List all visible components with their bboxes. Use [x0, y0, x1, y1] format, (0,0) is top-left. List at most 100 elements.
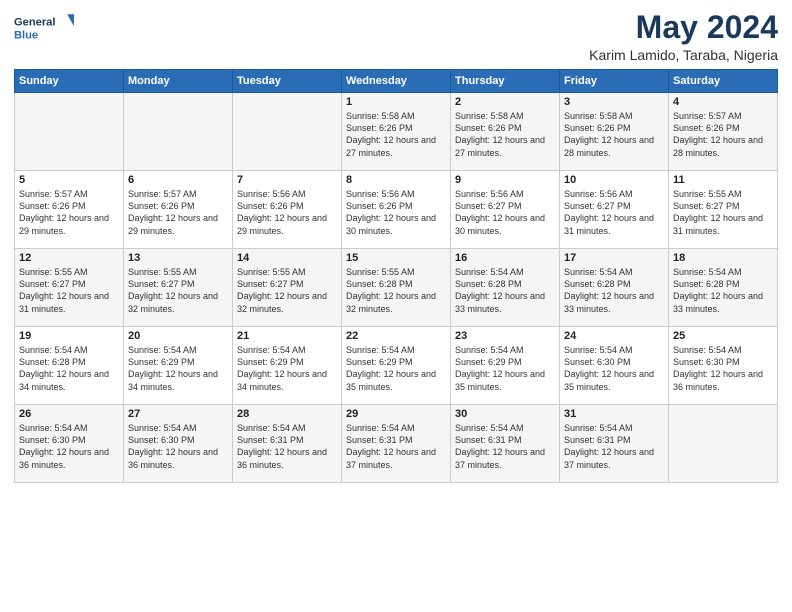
header-day-wednesday: Wednesday: [342, 70, 451, 93]
cell-info: Sunrise: 5:54 AM Sunset: 6:29 PM Dayligh…: [455, 344, 555, 393]
day-number: 1: [346, 96, 446, 108]
calendar-cell: 23 Sunrise: 5:54 AM Sunset: 6:29 PM Dayli…: [451, 327, 560, 405]
day-number: 28: [237, 408, 337, 420]
day-number: 13: [128, 252, 228, 264]
calendar-cell: [233, 93, 342, 171]
day-number: 11: [673, 174, 773, 186]
cell-info: Sunrise: 5:54 AM Sunset: 6:29 PM Dayligh…: [128, 344, 228, 393]
cell-info: Sunrise: 5:56 AM Sunset: 6:26 PM Dayligh…: [237, 188, 337, 237]
calendar-cell: 17 Sunrise: 5:54 AM Sunset: 6:28 PM Dayli…: [560, 249, 669, 327]
week-row-5: 26 Sunrise: 5:54 AM Sunset: 6:30 PM Dayli…: [15, 405, 778, 483]
cell-info: Sunrise: 5:56 AM Sunset: 6:26 PM Dayligh…: [346, 188, 446, 237]
header-day-sunday: Sunday: [15, 70, 124, 93]
calendar-cell: 1 Sunrise: 5:58 AM Sunset: 6:26 PM Daylig…: [342, 93, 451, 171]
calendar-cell: 18Sunrise: 5:54 AM Sunset: 6:28 PM Dayli…: [669, 249, 778, 327]
week-row-1: 1 Sunrise: 5:58 AM Sunset: 6:26 PM Daylig…: [15, 93, 778, 171]
day-number: 24: [564, 330, 664, 342]
cell-info: Sunrise: 5:55 AM Sunset: 6:28 PM Dayligh…: [346, 266, 446, 315]
cell-info: Sunrise: 5:55 AM Sunset: 6:27 PM Dayligh…: [19, 266, 119, 315]
day-number: 10: [564, 174, 664, 186]
day-number: 21: [237, 330, 337, 342]
calendar-cell: 13Sunrise: 5:55 AM Sunset: 6:27 PM Dayli…: [124, 249, 233, 327]
day-number: 23: [455, 330, 555, 342]
day-number: 4: [673, 96, 773, 108]
cell-info: Sunrise: 5:55 AM Sunset: 6:27 PM Dayligh…: [237, 266, 337, 315]
header-day-friday: Friday: [560, 70, 669, 93]
cell-info: Sunrise: 5:57 AM Sunset: 6:26 PM Dayligh…: [19, 188, 119, 237]
calendar-cell: 10Sunrise: 5:56 AM Sunset: 6:27 PM Dayli…: [560, 171, 669, 249]
header-row: SundayMondayTuesdayWednesdayThursdayFrid…: [15, 70, 778, 93]
calendar-header: SundayMondayTuesdayWednesdayThursdayFrid…: [15, 70, 778, 93]
calendar-cell: 12 Sunrise: 5:55 AM Sunset: 6:27 PM Dayli…: [15, 249, 124, 327]
cell-info: Sunrise: 5:54 AM Sunset: 6:30 PM Dayligh…: [673, 344, 773, 393]
calendar-cell: [15, 93, 124, 171]
day-number: 19: [19, 330, 119, 342]
day-number: 27: [128, 408, 228, 420]
calendar-cell: 16 Sunrise: 5:54 AM Sunset: 6:28 PM Dayli…: [451, 249, 560, 327]
calendar-cell: 8Sunrise: 5:56 AM Sunset: 6:26 PM Daylig…: [342, 171, 451, 249]
day-number: 22: [346, 330, 446, 342]
calendar-body: 1 Sunrise: 5:58 AM Sunset: 6:26 PM Daylig…: [15, 93, 778, 483]
cell-info: Sunrise: 5:54 AM Sunset: 6:28 PM Dayligh…: [19, 344, 119, 393]
week-row-3: 12 Sunrise: 5:55 AM Sunset: 6:27 PM Dayli…: [15, 249, 778, 327]
header-day-saturday: Saturday: [669, 70, 778, 93]
calendar-table: SundayMondayTuesdayWednesdayThursdayFrid…: [14, 69, 778, 483]
header-day-monday: Monday: [124, 70, 233, 93]
main-title: May 2024: [589, 10, 778, 45]
calendar-cell: 22 Sunrise: 5:54 AM Sunset: 6:29 PM Dayli…: [342, 327, 451, 405]
day-number: 5: [19, 174, 119, 186]
cell-info: Sunrise: 5:55 AM Sunset: 6:27 PM Dayligh…: [673, 188, 773, 237]
day-number: 14: [237, 252, 337, 264]
cell-info: Sunrise: 5:54 AM Sunset: 6:31 PM Dayligh…: [455, 422, 555, 471]
day-number: 25: [673, 330, 773, 342]
header: General Blue May 2024 Karim Lamido, Tara…: [14, 10, 778, 63]
cell-info: Sunrise: 5:57 AM Sunset: 6:26 PM Dayligh…: [128, 188, 228, 237]
calendar-cell: 2Sunrise: 5:58 AM Sunset: 6:26 PM Daylig…: [451, 93, 560, 171]
calendar-cell: 30Sunrise: 5:54 AM Sunset: 6:31 PM Dayli…: [451, 405, 560, 483]
subtitle: Karim Lamido, Taraba, Nigeria: [589, 47, 778, 63]
cell-info: Sunrise: 5:54 AM Sunset: 6:30 PM Dayligh…: [128, 422, 228, 471]
week-row-2: 5 Sunrise: 5:57 AM Sunset: 6:26 PM Daylig…: [15, 171, 778, 249]
cell-info: Sunrise: 5:58 AM Sunset: 6:26 PM Dayligh…: [346, 110, 446, 159]
header-day-thursday: Thursday: [451, 70, 560, 93]
header-day-tuesday: Tuesday: [233, 70, 342, 93]
calendar-cell: 21Sunrise: 5:54 AM Sunset: 6:29 PM Dayli…: [233, 327, 342, 405]
calendar-cell: 6 Sunrise: 5:57 AM Sunset: 6:26 PM Daylig…: [124, 171, 233, 249]
cell-info: Sunrise: 5:57 AM Sunset: 6:26 PM Dayligh…: [673, 110, 773, 159]
calendar-cell: 9 Sunrise: 5:56 AM Sunset: 6:27 PM Daylig…: [451, 171, 560, 249]
day-number: 3: [564, 96, 664, 108]
calendar-cell: [124, 93, 233, 171]
calendar-cell: 26Sunrise: 5:54 AM Sunset: 6:30 PM Dayli…: [15, 405, 124, 483]
cell-info: Sunrise: 5:54 AM Sunset: 6:31 PM Dayligh…: [346, 422, 446, 471]
calendar-cell: 20 Sunrise: 5:54 AM Sunset: 6:29 PM Dayli…: [124, 327, 233, 405]
cell-info: Sunrise: 5:54 AM Sunset: 6:29 PM Dayligh…: [346, 344, 446, 393]
calendar-cell: 19 Sunrise: 5:54 AM Sunset: 6:28 PM Dayli…: [15, 327, 124, 405]
day-number: 12: [19, 252, 119, 264]
cell-info: Sunrise: 5:56 AM Sunset: 6:27 PM Dayligh…: [455, 188, 555, 237]
day-number: 6: [128, 174, 228, 186]
cell-info: Sunrise: 5:54 AM Sunset: 6:30 PM Dayligh…: [564, 344, 664, 393]
cell-info: Sunrise: 5:54 AM Sunset: 6:28 PM Dayligh…: [673, 266, 773, 315]
day-number: 16: [455, 252, 555, 264]
day-number: 29: [346, 408, 446, 420]
day-number: 26: [19, 408, 119, 420]
calendar-cell: 5 Sunrise: 5:57 AM Sunset: 6:26 PM Daylig…: [15, 171, 124, 249]
calendar-cell: 7 Sunrise: 5:56 AM Sunset: 6:26 PM Daylig…: [233, 171, 342, 249]
week-row-4: 19 Sunrise: 5:54 AM Sunset: 6:28 PM Dayli…: [15, 327, 778, 405]
day-number: 17: [564, 252, 664, 264]
calendar-cell: 31Sunrise: 5:54 AM Sunset: 6:31 PM Dayli…: [560, 405, 669, 483]
calendar-cell: 14 Sunrise: 5:55 AM Sunset: 6:27 PM Dayli…: [233, 249, 342, 327]
day-number: 7: [237, 174, 337, 186]
calendar-cell: 15Sunrise: 5:55 AM Sunset: 6:28 PM Dayli…: [342, 249, 451, 327]
day-number: 9: [455, 174, 555, 186]
cell-info: Sunrise: 5:54 AM Sunset: 6:31 PM Dayligh…: [564, 422, 664, 471]
cell-info: Sunrise: 5:54 AM Sunset: 6:28 PM Dayligh…: [455, 266, 555, 315]
calendar-cell: [669, 405, 778, 483]
title-block: May 2024 Karim Lamido, Taraba, Nigeria: [589, 10, 778, 63]
day-number: 20: [128, 330, 228, 342]
cell-info: Sunrise: 5:54 AM Sunset: 6:28 PM Dayligh…: [564, 266, 664, 315]
logo: General Blue: [14, 10, 74, 46]
calendar-cell: 29 Sunrise: 5:54 AM Sunset: 6:31 PM Dayli…: [342, 405, 451, 483]
logo-svg: General Blue: [14, 10, 74, 46]
cell-info: Sunrise: 5:54 AM Sunset: 6:31 PM Dayligh…: [237, 422, 337, 471]
